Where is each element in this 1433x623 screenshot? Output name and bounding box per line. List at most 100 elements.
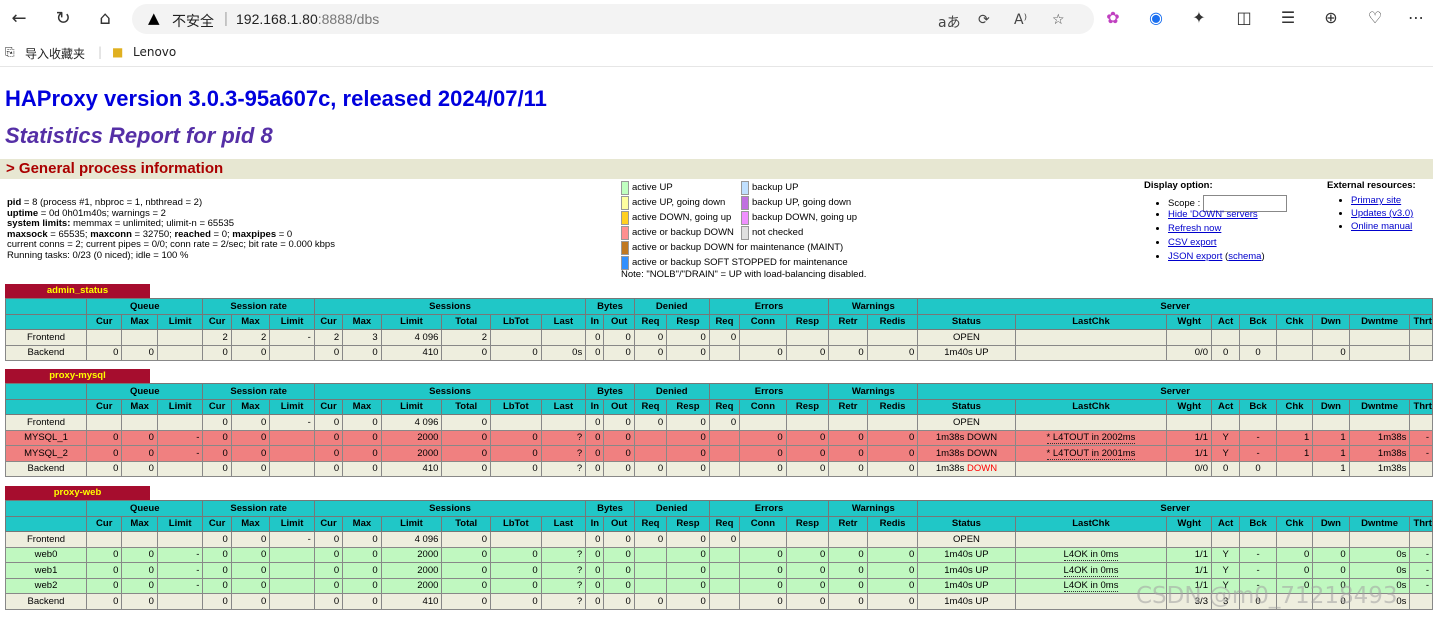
bookmark-import[interactable]: 导入收藏夹 xyxy=(25,45,85,62)
external-resources-heading: External resources: xyxy=(1327,180,1416,191)
stat-cell: 0 xyxy=(313,593,344,610)
stat-cell: 0 xyxy=(708,329,741,346)
site-info-icon[interactable]: ⟳ xyxy=(978,12,990,28)
stat-cell xyxy=(1348,531,1411,548)
more-menu-icon[interactable]: ⋯ xyxy=(1405,7,1427,29)
stat-cell xyxy=(1409,329,1433,346)
process-info: pid = 8 (process #1, nbproc = 1, nbthrea… xyxy=(7,197,335,262)
header-group-cell: Sessions xyxy=(313,383,587,400)
stat-cell xyxy=(708,429,741,446)
row-name-cell[interactable]: web2 xyxy=(5,577,87,594)
column-header: Limit xyxy=(269,398,315,415)
proxy-title[interactable]: proxy-web xyxy=(5,486,150,500)
browser-essentials-icon[interactable]: ♡ xyxy=(1364,7,1386,29)
collections-icon[interactable]: ⊕ xyxy=(1320,7,1342,29)
bookmark-lenovo[interactable]: Lenovo xyxy=(133,45,176,59)
stat-cell: - xyxy=(1239,562,1277,579)
stat-cell xyxy=(1166,329,1212,346)
translate-icon[interactable]: aあ xyxy=(938,12,961,32)
stat-cell: 0 xyxy=(633,329,668,346)
stat-cell: 0 xyxy=(85,577,123,594)
read-aloud-icon[interactable]: A⁾ xyxy=(1014,12,1027,28)
reload-icon[interactable]: ↻ xyxy=(50,6,76,32)
row-name-cell[interactable]: Frontend xyxy=(5,329,87,346)
stat-cell: 0 xyxy=(489,593,542,610)
stat-cell: 0 xyxy=(342,445,382,462)
column-header: Resp xyxy=(785,313,830,330)
row-name-cell[interactable]: MYSQL_1 xyxy=(5,429,87,446)
stat-cell: 0 xyxy=(866,577,919,594)
favorite-star-icon[interactable]: ☆ xyxy=(1052,12,1065,28)
process-info-value: current conns = 2; current pipes = 0/0; … xyxy=(7,239,335,251)
stat-cell: 0 xyxy=(666,562,710,579)
header-group-cell: Errors xyxy=(708,383,830,400)
column-header: Total xyxy=(441,515,491,532)
lastchk-cell xyxy=(1014,414,1168,431)
row-name-cell[interactable]: Frontend xyxy=(5,414,87,431)
row-name-cell[interactable]: Backend xyxy=(5,344,87,361)
refresh-link[interactable]: Refresh now xyxy=(1168,223,1221,234)
legend-label: active or backup SOFT STOPPED for mainte… xyxy=(632,257,848,268)
column-header: Max xyxy=(342,313,382,330)
updates-link[interactable]: Updates (v3.0) xyxy=(1351,208,1413,219)
url-text[interactable]: 192.168.1.80:8888/dbs xyxy=(236,11,379,27)
column-header: Cur xyxy=(202,398,232,415)
stat-cell xyxy=(269,546,315,563)
column-header: Cur xyxy=(313,313,344,330)
stat-cell: 0 xyxy=(202,414,232,431)
row-name-cell[interactable]: web0 xyxy=(5,546,87,563)
stat-cell: 0 xyxy=(1239,344,1277,361)
primary-site-link[interactable]: Primary site xyxy=(1351,195,1401,206)
stat-cell xyxy=(785,531,830,548)
extension-icon[interactable]: ✿ xyxy=(1102,7,1124,29)
legend-swatch xyxy=(621,196,629,210)
proxy-title[interactable]: admin_status xyxy=(5,284,150,298)
schema-link[interactable]: schema xyxy=(1228,251,1261,262)
proxy-title[interactable]: proxy-mysql xyxy=(5,369,150,383)
csv-export-link[interactable]: CSV export xyxy=(1168,237,1217,248)
stat-cell: 0 xyxy=(85,593,123,610)
favorites-icon[interactable]: ☰ xyxy=(1277,7,1299,29)
status-cell: 1m40s UP xyxy=(917,577,1016,594)
row-name-cell[interactable]: web1 xyxy=(5,562,87,579)
stat-cell: 0 xyxy=(202,577,232,594)
back-arrow-icon[interactable]: ← xyxy=(6,6,32,32)
stat-cell: 0 xyxy=(342,546,382,563)
column-header: Max xyxy=(230,398,271,415)
column-header: Total xyxy=(441,313,491,330)
legend-label: backup DOWN, going up xyxy=(752,212,858,223)
extension-2-icon[interactable]: ◉ xyxy=(1145,7,1167,29)
json-export-link[interactable]: JSON export xyxy=(1168,251,1222,262)
stat-cell: 0 xyxy=(313,460,344,477)
stat-cell: 0 xyxy=(739,344,787,361)
row-name-cell[interactable]: Frontend xyxy=(5,531,87,548)
split-screen-icon[interactable]: ◫ xyxy=(1233,7,1255,29)
stat-cell: 4 096 xyxy=(380,329,443,346)
stat-cell: 0 xyxy=(230,562,271,579)
stat-cell: 0 xyxy=(666,414,710,431)
lastchk-cell xyxy=(1014,329,1168,346)
home-icon[interactable]: ⌂ xyxy=(92,6,118,32)
column-header: Limit xyxy=(380,313,443,330)
lastchk-cell: * L4TOUT in 2001ms xyxy=(1014,445,1168,462)
online-manual-link[interactable]: Online manual xyxy=(1351,221,1412,232)
row-name-cell[interactable]: MYSQL_2 xyxy=(5,445,87,462)
process-info-key: system limits: xyxy=(7,218,71,230)
stat-cell: ? xyxy=(540,562,587,579)
column-header: Resp xyxy=(785,398,830,415)
column-header: Dwntme xyxy=(1348,515,1411,532)
stat-cell: 0 xyxy=(633,531,668,548)
column-header: Retr xyxy=(828,515,868,532)
header-group-cell: Errors xyxy=(708,298,830,315)
stat-cell xyxy=(1166,531,1212,548)
row-name-cell[interactable]: Backend xyxy=(5,593,87,610)
hide-down-link[interactable]: Hide 'DOWN' servers xyxy=(1168,209,1258,220)
row-name-cell[interactable]: Backend xyxy=(5,460,87,477)
stat-cell: 0 xyxy=(828,460,868,477)
column-header: Cur xyxy=(202,313,232,330)
address-bar[interactable]: ▲ 不安全 | 192.168.1.80:8888/dbs aあ ⟳ A⁾ ☆ xyxy=(132,4,1094,34)
stat-cell: 2 xyxy=(230,329,271,346)
process-info-key: uptime xyxy=(7,207,39,219)
extensions-puzzle-icon[interactable]: ✦ xyxy=(1188,7,1210,29)
column-header: Status xyxy=(917,398,1016,415)
